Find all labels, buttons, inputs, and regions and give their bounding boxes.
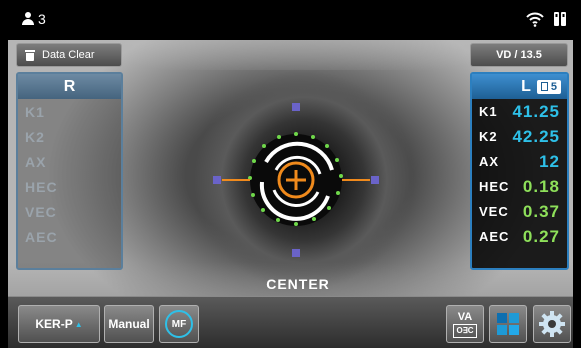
left-eye-header: L 5 <box>472 74 567 99</box>
left-row-k1: K1 41.25 <box>472 99 567 124</box>
alignment-status-label: CENTER <box>266 276 330 292</box>
row-label: K2 <box>479 129 498 144</box>
row-value: 0.37 <box>522 201 560 221</box>
menu-grid-button[interactable] <box>489 305 527 343</box>
mf-label: MF <box>171 318 187 330</box>
left-row-ax: AX 12 <box>472 149 567 174</box>
row-value: 12 <box>539 151 560 171</box>
bottom-toolbar: KER-P ▲ Manual MF VA O∃C <box>8 296 573 348</box>
vertex-distance-button[interactable]: VD / 13.5 <box>470 43 568 67</box>
alignment-target <box>213 103 379 257</box>
right-row-k1: K1 <box>18 99 121 124</box>
left-row-hec: HEC 0.18 <box>472 174 567 199</box>
row-label: AX <box>479 154 500 169</box>
measurement-count-badge: 5 <box>536 79 561 94</box>
manual-focus-button[interactable]: MF <box>159 305 199 343</box>
row-label: AX <box>25 153 47 170</box>
right-eye-header: R <box>18 74 121 99</box>
row-label: VEC <box>479 204 509 219</box>
data-clear-label: Data Clear <box>42 49 95 61</box>
left-row-vec: VEC 0.37 <box>472 199 567 224</box>
left-eye-panel[interactable]: L 5 K1 41.25 K2 42.25 AX 12 HEC 0.18 VEC 0.37… <box>470 72 569 270</box>
row-label: HEC <box>479 179 510 194</box>
document-icon <box>540 82 548 91</box>
usb-icon <box>554 12 566 26</box>
row-label: VEC <box>25 203 57 220</box>
row-label: AEC <box>25 228 58 245</box>
row-label: K1 <box>25 103 45 120</box>
gear-icon <box>539 311 565 337</box>
right-row-ax: AX <box>18 149 121 174</box>
left-eye-title: L <box>521 77 531 95</box>
vd-label: VD / 13.5 <box>496 49 542 61</box>
row-label: K1 <box>479 104 498 119</box>
status-bar: 3 <box>8 0 573 40</box>
row-value: 41.25 <box>512 101 560 121</box>
triangle-up-icon: ▲ <box>74 319 83 329</box>
left-row-aec: AEC 0.27 <box>472 224 567 249</box>
settings-button[interactable] <box>533 305 571 343</box>
right-eye-panel[interactable]: R K1 K2 AX HEC VEC AEC <box>16 72 123 270</box>
wifi-icon <box>526 12 544 27</box>
right-row-k2: K2 <box>18 124 121 149</box>
right-eye-title: R <box>63 77 76 95</box>
measurement-count: 5 <box>550 80 557 93</box>
row-label: AEC <box>479 229 510 244</box>
user-icon <box>22 12 34 26</box>
row-value: 0.18 <box>522 176 560 196</box>
ker-mode-button[interactable]: KER-P ▲ <box>18 305 100 343</box>
row-label: HEC <box>25 178 58 195</box>
manual-label: Manual <box>108 317 150 331</box>
left-row-k2: K2 42.25 <box>472 124 567 149</box>
right-row-aec: AEC <box>18 224 121 249</box>
va-chart-icon: O∃C <box>453 323 477 338</box>
row-value: 0.27 <box>522 226 560 246</box>
right-row-vec: VEC <box>18 199 121 224</box>
grid-icon <box>497 313 519 335</box>
row-value: 42.25 <box>512 126 560 146</box>
ker-measurement-screen: 3 Data Clear VD / 13.5 R K1 K2 AX HEC VE… <box>0 0 581 348</box>
row-label: K2 <box>25 128 45 145</box>
va-label: VA <box>457 310 473 323</box>
manual-button[interactable]: Manual <box>104 305 154 343</box>
focus-ring-icon: MF <box>165 310 193 338</box>
visual-acuity-button[interactable]: VA O∃C <box>446 305 484 343</box>
ker-mode-label: KER-P <box>35 317 73 331</box>
trash-icon <box>25 49 35 61</box>
right-row-hec: HEC <box>18 174 121 199</box>
user-count: 3 <box>38 11 46 27</box>
data-clear-button[interactable]: Data Clear <box>16 43 122 67</box>
